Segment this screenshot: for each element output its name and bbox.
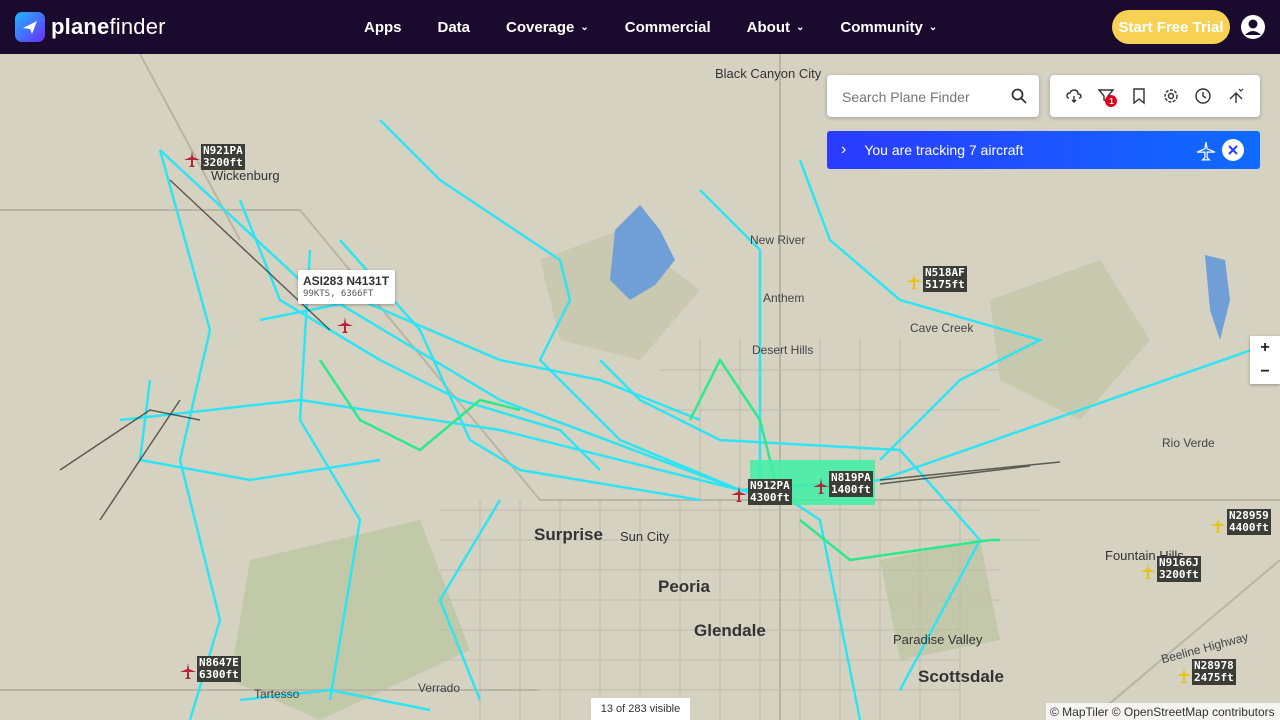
place-label: Desert Hills — [752, 343, 814, 357]
nav-coverage[interactable]: Coverage ⌄ — [506, 19, 589, 36]
nav-about[interactable]: About ⌄ — [747, 19, 805, 36]
tracking-bar[interactable]: › You are tracking 7 aircraft — [827, 131, 1260, 169]
tracking-text: You are tracking 7 aircraft — [864, 142, 1024, 158]
place-label: Black Canyon City — [715, 66, 822, 81]
aircraft-label[interactable]: N28978 2475ft — [1192, 659, 1236, 685]
airplane-icon — [1196, 142, 1216, 161]
aircraft-icon[interactable] — [1175, 666, 1193, 684]
settings-icon[interactable] — [1162, 87, 1180, 105]
place-label: Peoria — [658, 577, 710, 596]
aircraft-icon[interactable] — [183, 150, 201, 168]
visible-aircraft-count: 13 of 283 visible — [591, 698, 690, 720]
search-icon[interactable] — [1011, 88, 1027, 104]
aircraft-label[interactable]: N518AF 5175ft — [923, 266, 967, 292]
main-nav: Apps Data Coverage ⌄ Commercial About ⌄ Co… — [364, 0, 973, 54]
aircraft-icon[interactable] — [812, 477, 830, 495]
place-label: New River — [750, 233, 806, 247]
map-attribution[interactable]: © MapTiler © OpenStreetMap contributors — [1046, 703, 1280, 720]
place-label: Verrado — [418, 681, 461, 695]
popup-detail: 99KTS, 6366FT — [303, 289, 374, 299]
nav-commercial[interactable]: Commercial — [625, 19, 711, 36]
planefinder-logo[interactable]: planefinder — [15, 12, 166, 42]
close-tracking-button[interactable] — [1222, 139, 1244, 161]
zoom-out-button[interactable]: − — [1250, 360, 1280, 384]
aircraft-label[interactable]: N9166J 3200ft — [1157, 556, 1201, 582]
history-icon[interactable] — [1194, 87, 1212, 105]
search-box — [827, 75, 1039, 119]
plane-logo-icon — [15, 12, 45, 42]
aircraft-icon[interactable] — [730, 485, 748, 503]
bookmark-icon[interactable] — [1130, 87, 1148, 105]
close-icon — [1228, 145, 1238, 155]
aircraft-label[interactable]: N921PA 3200ft — [201, 144, 245, 170]
chevron-right-icon[interactable]: › — [841, 141, 846, 159]
chevron-down-icon: ⌄ — [580, 21, 589, 33]
place-label: Scottsdale — [918, 667, 1004, 686]
aircraft-label[interactable]: N28959 4400ft — [1227, 509, 1271, 535]
place-label: Surprise — [534, 525, 603, 544]
aircraft-icon[interactable] — [1209, 516, 1227, 534]
aircraft-label[interactable]: N912PA 4300ft — [748, 479, 792, 505]
zoom-in-button[interactable]: + — [1250, 336, 1280, 360]
aircraft-icon[interactable] — [905, 272, 923, 290]
search-input[interactable] — [827, 75, 1014, 119]
place-label: Wickenburg — [211, 168, 280, 183]
aircraft-icon[interactable] — [1139, 562, 1157, 580]
aircraft-label[interactable]: N8647E 6300ft — [197, 656, 241, 682]
place-label: Anthem — [763, 291, 805, 305]
zoom-controls: + − — [1250, 336, 1280, 384]
place-label: Cave Creek — [910, 321, 974, 335]
aircraft-label[interactable]: N819PA 1400ft — [829, 471, 873, 497]
logo-text: planefinder — [51, 14, 166, 39]
chevron-down-icon: ⌄ — [928, 21, 938, 33]
map-toolbar: 1 — [1050, 75, 1260, 117]
place-label: Sun City — [620, 529, 670, 544]
filter-count-badge: 1 — [1105, 95, 1118, 107]
aircraft-popup[interactable]: ASI283 N4131T 99KTS, 6366FT — [298, 270, 395, 304]
place-label: Paradise Valley — [893, 632, 983, 647]
chevron-down-icon: ⌄ — [795, 21, 805, 33]
user-account-icon[interactable] — [1240, 14, 1266, 40]
nav-apps[interactable]: Apps — [364, 19, 402, 36]
top-navigation-bar: planefinder Apps Data Coverage ⌄ Commerci… — [0, 0, 1280, 54]
filter-button[interactable]: 1 — [1097, 87, 1118, 107]
start-free-trial-button[interactable]: Start Free Trial — [1112, 10, 1230, 44]
3d-view-icon[interactable] — [1227, 87, 1245, 105]
place-label: Glendale — [694, 621, 766, 640]
nav-data[interactable]: Data — [438, 19, 471, 36]
place-label: Tartesso — [254, 687, 300, 701]
aircraft-icon[interactable] — [179, 662, 197, 680]
nav-community[interactable]: Community ⌄ — [840, 19, 937, 36]
weather-icon[interactable] — [1065, 87, 1083, 105]
aircraft-icon[interactable] — [336, 316, 354, 334]
popup-title: ASI283 N4131T — [303, 274, 390, 288]
place-label: Rio Verde — [1162, 436, 1215, 450]
